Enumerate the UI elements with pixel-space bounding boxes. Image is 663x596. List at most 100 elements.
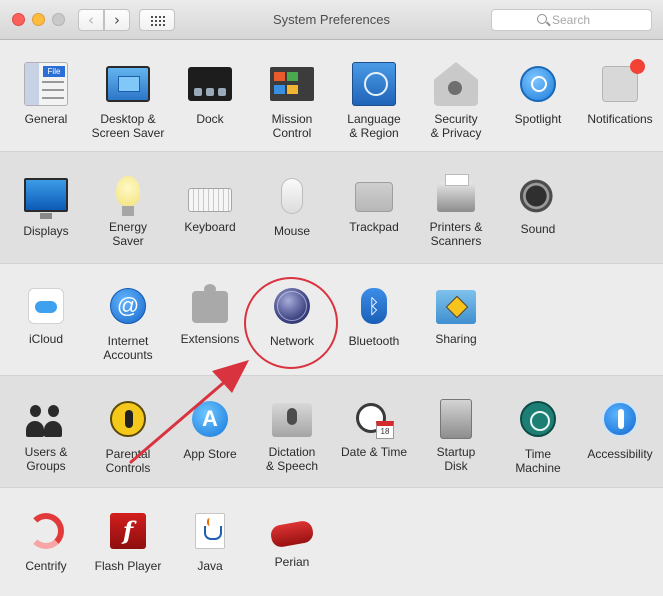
preferences-row-hardware: Displays Energy Saver Keyboard Mouse Trac… (0, 151, 663, 264)
dictation-speech-icon (272, 403, 312, 437)
pref-keyboard[interactable]: Keyboard (169, 174, 251, 234)
pref-spotlight[interactable]: Spotlight (497, 62, 579, 126)
pref-sharing[interactable]: Sharing (415, 284, 497, 346)
pref-label: General (24, 112, 68, 126)
accessibility-icon (602, 401, 638, 437)
pref-displays[interactable]: Displays (5, 174, 87, 238)
pref-extensions[interactable]: Extensions (169, 284, 251, 346)
pref-label: Spotlight (514, 112, 562, 126)
pref-label: Energy Saver (108, 220, 148, 248)
date-time-icon: 18 (354, 399, 394, 439)
sound-icon (520, 178, 556, 214)
pref-icloud[interactable]: iCloud (5, 284, 87, 346)
pref-label: Security & Privacy (430, 112, 482, 140)
pref-label: Dictation & Speech (265, 445, 319, 473)
pref-label: Desktop & Screen Saver (91, 112, 165, 140)
search-placeholder: Search (552, 13, 591, 27)
time-machine-icon (520, 401, 556, 437)
pref-label: Trackpad (349, 220, 399, 234)
pref-language-region[interactable]: Language & Region (333, 62, 415, 140)
internet-accounts-icon: @ (110, 288, 146, 324)
mission-control-icon (270, 67, 314, 101)
pref-label: Perian (274, 555, 310, 569)
energy-saver-icon (116, 176, 140, 216)
spotlight-icon (520, 66, 556, 102)
pref-mission-control[interactable]: Mission Control (251, 62, 333, 140)
sharing-icon (436, 290, 476, 324)
pref-label: Printers & Scanners (429, 220, 483, 248)
pref-label: Time Machine (515, 447, 561, 475)
pref-accessibility[interactable]: Accessibility (579, 397, 661, 461)
extensions-icon (192, 284, 228, 323)
pref-security-privacy[interactable]: Security & Privacy (415, 62, 497, 140)
pref-energy-saver[interactable]: Energy Saver (87, 174, 169, 248)
pref-general[interactable]: File General (5, 62, 87, 126)
pref-label: Startup Disk (436, 445, 476, 473)
language-region-icon (352, 62, 396, 106)
pref-label: Sharing (435, 332, 477, 346)
pref-label: Bluetooth (348, 334, 400, 348)
pref-mouse[interactable]: Mouse (251, 174, 333, 238)
preferences-row-other: Centrify f Flash Player Java Perian (0, 488, 663, 596)
pref-parental-controls[interactable]: Parental Controls (87, 397, 169, 475)
startup-disk-icon (440, 399, 472, 439)
pref-label: Centrify (25, 559, 67, 573)
users-groups-icon (26, 403, 66, 437)
pref-label: Flash Player (94, 559, 162, 573)
pref-dock[interactable]: Dock (169, 62, 251, 126)
keyboard-icon (188, 188, 232, 212)
flash-player-icon: f (110, 513, 146, 549)
pref-label: Accessibility (587, 447, 653, 461)
pref-label: Mission Control (271, 112, 313, 140)
pref-label: Keyboard (184, 220, 236, 234)
pref-java[interactable]: Java (169, 509, 251, 573)
java-icon (195, 513, 225, 549)
pref-desktop-screen-saver[interactable]: Desktop & Screen Saver (87, 62, 169, 140)
pref-dictation-speech[interactable]: Dictation & Speech (251, 397, 333, 473)
pref-startup-disk[interactable]: Startup Disk (415, 397, 497, 473)
pref-time-machine[interactable]: Time Machine (497, 397, 579, 475)
pref-bluetooth[interactable]: ᛒ Bluetooth (333, 284, 415, 348)
preferences-row-personal: File General Desktop & Screen Saver Dock … (0, 41, 663, 151)
trackpad-icon (355, 182, 393, 212)
perian-icon (269, 519, 315, 549)
displays-icon (24, 178, 68, 219)
pref-label: Dock (196, 112, 224, 126)
pref-label: Mouse (273, 224, 311, 238)
pref-label: Parental Controls (105, 447, 151, 475)
pref-label: Sound (520, 222, 556, 236)
pref-users-groups[interactable]: Users & Groups (5, 397, 87, 473)
search-icon (537, 14, 547, 24)
pref-date-time[interactable]: 18 Date & Time (333, 397, 415, 459)
pref-label: Java (197, 559, 223, 573)
pref-label: Language & Region (347, 112, 401, 140)
pref-label: Extensions (180, 332, 240, 346)
pref-printers-scanners[interactable]: Printers & Scanners (415, 174, 497, 248)
calendar-icon: 18 (376, 421, 394, 439)
pref-notifications[interactable]: Notifications (579, 59, 661, 126)
pref-label: Date & Time (340, 445, 408, 459)
bluetooth-icon: ᛒ (361, 288, 387, 324)
printers-scanners-icon (437, 174, 475, 212)
highlight-circle (244, 277, 338, 369)
app-store-icon: A (192, 401, 228, 437)
pref-trackpad[interactable]: Trackpad (333, 174, 415, 234)
pref-flash-player[interactable]: f Flash Player (87, 509, 169, 573)
pref-label: Notifications (587, 112, 653, 126)
pref-internet-accounts[interactable]: @ Internet Accounts (87, 284, 169, 362)
icloud-icon (28, 288, 64, 324)
calendar-day: 18 (380, 427, 390, 436)
pref-perian[interactable]: Perian (251, 509, 333, 569)
pref-label: Users & Groups (24, 445, 68, 473)
centrify-icon (28, 513, 64, 549)
dock-icon (188, 67, 232, 101)
pref-label: App Store (183, 447, 237, 461)
security-privacy-icon (434, 62, 478, 106)
mouse-icon (281, 178, 303, 214)
general-icon: File (24, 62, 68, 106)
search-field[interactable]: Search (491, 9, 652, 31)
pref-centrify[interactable]: Centrify (5, 509, 87, 573)
pref-sound[interactable]: Sound (497, 174, 579, 236)
title-bar: ‹ › System Preferences Search (0, 0, 663, 40)
pref-app-store[interactable]: A App Store (169, 397, 251, 461)
